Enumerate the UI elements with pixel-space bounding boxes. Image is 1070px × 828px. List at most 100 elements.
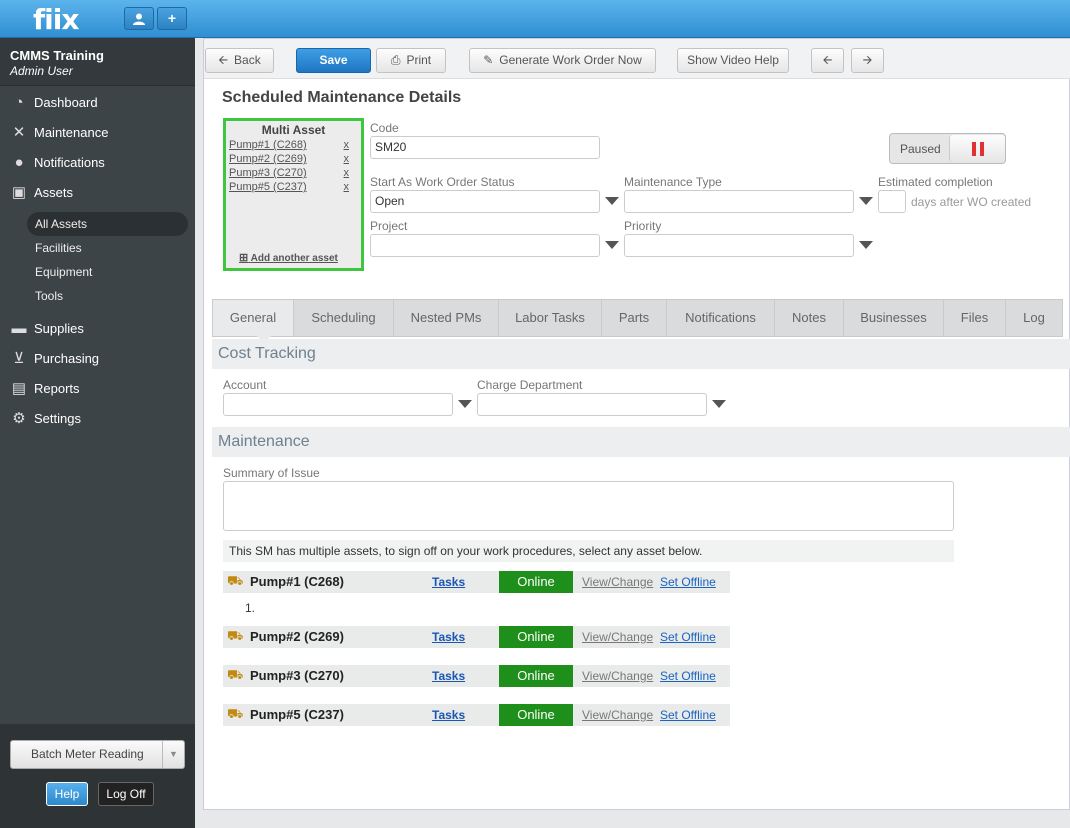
remove-asset-link[interactable]: x: [344, 153, 350, 165]
view-change-link[interactable]: View/Change: [582, 626, 653, 648]
completion-days-input[interactable]: [878, 190, 906, 213]
save-button[interactable]: Save: [296, 48, 371, 73]
paused-toggle: Paused: [889, 133, 1006, 164]
set-offline-link[interactable]: Set Offline: [660, 704, 716, 726]
account-select[interactable]: [223, 393, 453, 416]
set-offline-link[interactable]: Set Offline: [660, 665, 716, 687]
sidebar-item-equipment[interactable]: Equipment: [0, 260, 195, 284]
arrow-left-icon: 🡨: [822, 53, 833, 67]
org-user: Admin User: [10, 64, 73, 78]
charge-department-select[interactable]: [477, 393, 707, 416]
chevron-down-icon[interactable]: [605, 197, 619, 205]
asset-link[interactable]: Pump#3 (C270): [229, 167, 307, 179]
forklift-icon: ⛟: [227, 573, 244, 588]
priority-select[interactable]: [624, 234, 854, 257]
remove-asset-link[interactable]: x: [344, 139, 350, 151]
tab-scheduling[interactable]: Scheduling: [294, 300, 394, 336]
sidebar-item-notifications[interactable]: ● Notifications: [0, 148, 195, 178]
code-label: Code: [370, 121, 399, 135]
page-title: Scheduled Maintenance Details: [222, 89, 462, 106]
back-button[interactable]: 🡨 Back: [205, 48, 274, 73]
chevron-down-icon[interactable]: [859, 241, 873, 249]
tab-general[interactable]: General: [213, 300, 294, 336]
sidebar-item-label: Assets: [34, 185, 74, 200]
help-button[interactable]: Help: [46, 782, 88, 806]
chart-icon: ▤: [11, 380, 27, 397]
generate-work-order-button[interactable]: ✎ Generate Work Order Now: [469, 48, 656, 73]
asset-name: Pump#2 (C269): [250, 629, 344, 644]
set-offline-link[interactable]: Set Offline: [660, 571, 716, 593]
printer-icon: ⎙: [390, 53, 401, 67]
show-video-help-button[interactable]: Show Video Help: [677, 48, 789, 73]
asset-link[interactable]: Pump#1 (C268): [229, 139, 307, 151]
project-label: Project: [370, 219, 408, 233]
tasks-link[interactable]: Tasks: [432, 571, 465, 593]
tab-notifications[interactable]: Notifications: [667, 300, 775, 336]
tab-nested-pms[interactable]: Nested PMs: [394, 300, 499, 336]
chevron-down-icon[interactable]: ▼: [162, 741, 184, 768]
sidebar-item-supplies[interactable]: ▬ Supplies: [0, 314, 195, 344]
sidebar-item-purchasing[interactable]: ⊻ Purchasing: [0, 344, 195, 374]
project-select[interactable]: [370, 234, 600, 257]
fiix-logo[interactable]: fiix: [33, 3, 79, 36]
asset-name: Pump#5 (C237): [250, 707, 344, 722]
chevron-down-icon[interactable]: [605, 241, 619, 249]
chevron-down-icon[interactable]: [458, 400, 472, 408]
sidebar-item-reports[interactable]: ▤ Reports: [0, 374, 195, 404]
asset-row: ⛟ Pump#2 (C269) Tasks Online View/Change…: [223, 626, 730, 648]
set-offline-link[interactable]: Set Offline: [660, 626, 716, 648]
arrow-left-icon: 🡨: [218, 53, 229, 67]
tasks-link[interactable]: Tasks: [432, 665, 465, 687]
remove-asset-link[interactable]: x: [344, 167, 350, 179]
view-change-link[interactable]: View/Change: [582, 704, 653, 726]
sidebar-item-settings[interactable]: ⚙ Settings: [0, 404, 195, 434]
asset-link[interactable]: Pump#5 (C237): [229, 181, 307, 193]
forklift-icon: ⛟: [227, 628, 244, 643]
sidebar-item-dashboard[interactable]: ◔ Dashboard: [0, 88, 195, 118]
account-label: Account: [223, 378, 267, 392]
add-asset-icon: ⊞: [239, 252, 249, 264]
print-button[interactable]: ⎙ Print: [376, 48, 446, 73]
sidebar-item-all-assets[interactable]: All Assets: [27, 212, 188, 236]
pause-button[interactable]: [949, 135, 1005, 162]
tab-businesses[interactable]: Businesses: [844, 300, 944, 336]
chevron-down-icon[interactable]: [712, 400, 726, 408]
asset-link[interactable]: Pump#2 (C269): [229, 153, 307, 165]
chevron-down-icon[interactable]: [859, 197, 873, 205]
sidebar-item-tools[interactable]: Tools: [0, 284, 195, 308]
cost-tracking-header: Cost Tracking: [212, 339, 1070, 369]
add-another-asset-link[interactable]: ⊞ Add another asset: [239, 251, 338, 264]
secondary-nav: ▬ Supplies ⊻ Purchasing ▤ Reports ⚙ Sett…: [0, 314, 195, 434]
task-list-number: 1.: [245, 601, 256, 615]
view-change-link[interactable]: View/Change: [582, 571, 653, 593]
sidebar-item-assets[interactable]: ▣ Assets: [0, 178, 195, 208]
summary-textarea[interactable]: [223, 481, 954, 531]
summary-label: Summary of Issue: [223, 466, 320, 480]
remove-asset-link[interactable]: x: [344, 181, 350, 193]
assets-submenu: All Assets Facilities Equipment Tools: [0, 208, 195, 314]
user-button[interactable]: [124, 7, 154, 30]
maintenance-type-select[interactable]: [624, 190, 854, 213]
next-button[interactable]: 🡪: [851, 48, 884, 73]
add-button[interactable]: +: [157, 7, 187, 30]
status-select[interactable]: Open: [370, 190, 600, 213]
add-asset-label: Add another asset: [250, 253, 338, 264]
code-field[interactable]: SM20: [370, 136, 600, 159]
tab-labor-tasks[interactable]: Labor Tasks: [499, 300, 602, 336]
tasks-link[interactable]: Tasks: [432, 704, 465, 726]
tasks-link[interactable]: Tasks: [432, 626, 465, 648]
tab-parts[interactable]: Parts: [602, 300, 667, 336]
status-badge: Online: [499, 665, 573, 687]
status-badge: Online: [499, 626, 573, 648]
toolbar: 🡨 Back Save ⎙ Print ✎ Generate Work Order N…: [204, 39, 1070, 79]
tab-log[interactable]: Log: [1006, 300, 1063, 336]
asset-name: Pump#3 (C270): [250, 668, 344, 683]
tab-files[interactable]: Files: [944, 300, 1006, 336]
tab-notes[interactable]: Notes: [775, 300, 844, 336]
view-change-link[interactable]: View/Change: [582, 665, 653, 687]
batch-meter-reading-button[interactable]: Batch Meter Reading ▼: [10, 740, 185, 769]
sidebar-item-facilities[interactable]: Facilities: [0, 236, 195, 260]
log-off-button[interactable]: Log Off: [98, 782, 154, 806]
previous-button[interactable]: 🡨: [811, 48, 844, 73]
sidebar-item-maintenance[interactable]: ✕ Maintenance: [0, 118, 195, 148]
